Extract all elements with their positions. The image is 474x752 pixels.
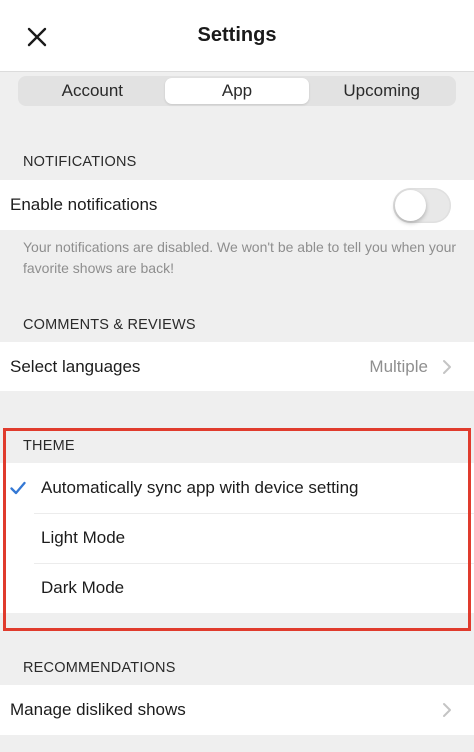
comments-reviews-header: COMMENTS & REVIEWS [23, 317, 196, 333]
notifications-footnote: Your notifications are disabled. We won'… [23, 239, 457, 276]
enable-notifications-row[interactable]: Enable notifications [0, 180, 474, 230]
chevron-right-icon [443, 703, 451, 717]
page-title: Settings [197, 24, 277, 46]
theme-option-label: Dark Mode [41, 578, 125, 597]
select-languages-label: Select languages [10, 356, 141, 376]
tab-account[interactable]: Account [20, 78, 165, 104]
theme-header: THEME [23, 438, 75, 454]
nav-bar: Settings [0, 0, 474, 72]
chevron-right-icon [443, 359, 451, 374]
manage-disliked-label: Manage disliked shows [10, 700, 186, 719]
manage-disliked-row[interactable]: Manage disliked shows [0, 685, 474, 735]
theme-option-label: Automatically sync app with device setti… [41, 478, 359, 497]
checkmark-icon [10, 481, 26, 495]
notifications-toggle[interactable] [393, 188, 451, 223]
tab-upcoming[interactable]: Upcoming [309, 78, 454, 104]
theme-option-light[interactable]: Light Mode [0, 513, 474, 563]
theme-option-label: Light Mode [41, 528, 126, 547]
recommendations-header: RECOMMENDATIONS [23, 660, 176, 676]
theme-option-dark[interactable]: Dark Mode [0, 563, 474, 613]
toggle-knob [395, 190, 426, 221]
theme-option-auto[interactable]: Automatically sync app with device setti… [0, 463, 474, 513]
languages-value: Multiple [369, 356, 428, 376]
settings-tabs: Account App Upcoming [18, 76, 456, 106]
select-languages-row[interactable]: Select languages Multiple [0, 342, 474, 391]
notifications-header: NOTIFICATIONS [23, 154, 137, 170]
enable-notifications-label: Enable notifications [10, 195, 158, 214]
theme-options: Automatically sync app with device setti… [0, 463, 474, 613]
tab-app[interactable]: App [164, 78, 310, 104]
